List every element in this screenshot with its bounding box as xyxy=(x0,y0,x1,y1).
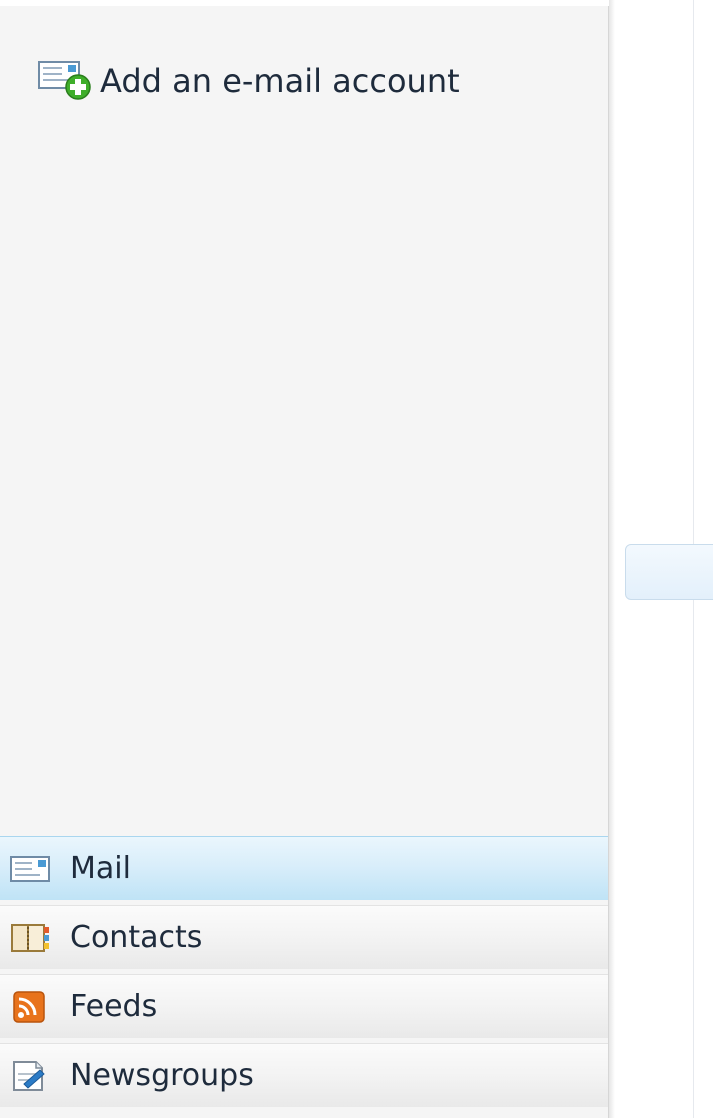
pane-collapse-tab[interactable] xyxy=(625,544,713,600)
add-mail-account-icon xyxy=(38,58,92,104)
feeds-icon xyxy=(10,990,52,1023)
nav-item-label: Feeds xyxy=(70,989,158,1024)
nav-item-label: Newsgroups xyxy=(70,1058,254,1093)
nav-item-label: Contacts xyxy=(70,920,203,955)
add-email-account-link[interactable]: Add an e-mail account xyxy=(38,56,460,106)
mail-window: Add an e-mail account Mail Contacts Feed… xyxy=(0,0,713,1118)
folder-pane: Add an e-mail account Mail Contacts Feed… xyxy=(0,6,609,1118)
nav-item-mail[interactable]: Mail xyxy=(0,836,608,900)
newsgroups-icon xyxy=(10,1060,52,1092)
mail-icon xyxy=(10,853,52,885)
nav-item-feeds[interactable]: Feeds xyxy=(0,974,608,1038)
contacts-icon xyxy=(10,922,52,954)
nav-item-contacts[interactable]: Contacts xyxy=(0,905,608,969)
nav-item-newsgroups[interactable]: Newsgroups xyxy=(0,1043,608,1107)
pane-splitter[interactable] xyxy=(609,0,615,1118)
navigation-buttons: Mail Contacts Feeds Newsgroups xyxy=(0,836,608,1112)
nav-item-label: Mail xyxy=(70,851,131,886)
add-email-account-label: Add an e-mail account xyxy=(100,62,460,100)
